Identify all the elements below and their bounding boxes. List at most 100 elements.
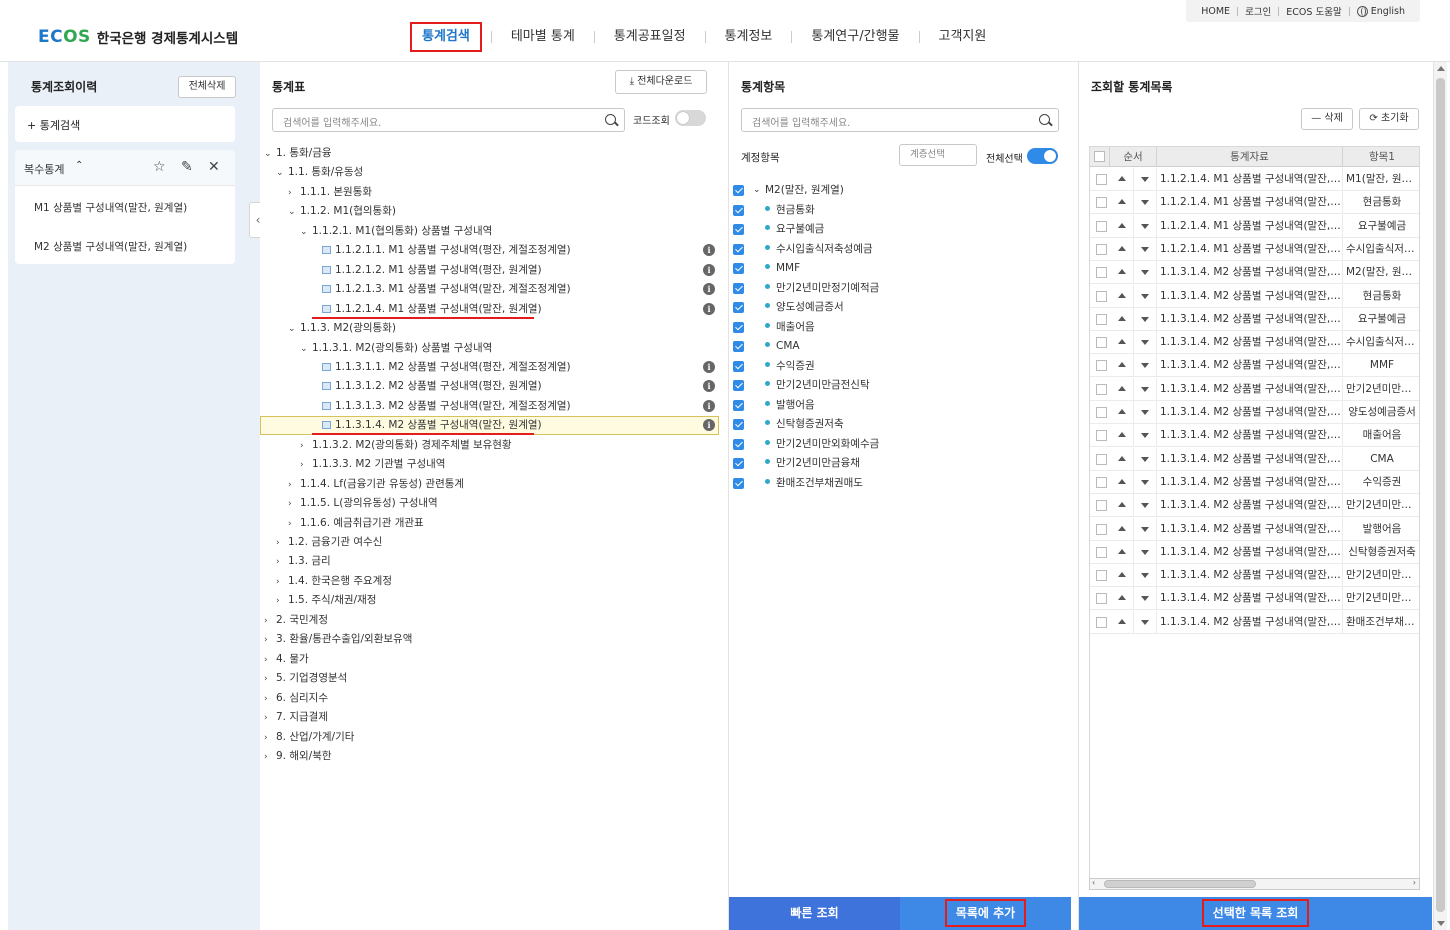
item-row[interactable]: CMA [729,337,1059,356]
table-row[interactable]: 1.1.3.1.4. M2 상품별 구성내역(말잔, 원계열)환매조건부채권매도 [1090,610,1419,634]
chevron-down-icon[interactable]: ⌄ [300,340,312,359]
star-icon[interactable]: ☆ [153,159,166,175]
logo[interactable]: ECOS 한국은행 경제통계시스템 [38,27,238,47]
search-icon[interactable] [1039,114,1050,125]
page-scroll-thumb[interactable] [1436,78,1445,912]
chevron-right-icon[interactable]: › [264,709,276,728]
checkbox-checked[interactable] [733,321,744,333]
tree-node[interactable]: › 1.1.3.2. M2(광의통화) 경제주체별 보유현황 [300,436,512,455]
checkbox-checked[interactable] [733,263,744,274]
table-row[interactable]: 1.1.3.1.4. M2 상품별 구성내역(말잔, 원계열) 신탁형증권저축 [1090,540,1419,564]
page-scrollbar[interactable] [1433,62,1447,930]
tree-node[interactable]: › 1.3. 금리 [276,552,331,571]
checkbox-checked[interactable] [733,341,744,352]
history-item[interactable]: M2 상품별 구성내역(말잔, 원계열) [34,239,187,254]
table-row[interactable]: 1.1.3.1.4. M2 상품별 구성내역(말잔, 원계열)만기2년미만금융채 [1090,587,1419,611]
checkbox-checked[interactable] [733,185,744,196]
reset-button[interactable]: ⟳ 초기화 [1359,108,1419,130]
chevron-right-icon[interactable]: › [288,476,300,495]
checkbox-checked[interactable] [733,204,744,216]
tree-node[interactable]: ⌄ 1.1.3. M2(광의통화) [288,319,396,338]
row-checkbox[interactable] [1096,174,1107,185]
table-row[interactable]: 1.1.3.1.4. M2 상품별 구성내역(말잔, 원계열) 요구불예금 [1090,307,1419,331]
item-row[interactable]: 환매조건부채권매도 [729,474,1059,493]
chevron-right-icon[interactable]: › [264,631,276,650]
table-row[interactable]: 1.1.3.1.4. M2 상품별 구성내역(말잔, 원계열) 양도성예금증서 [1090,401,1419,424]
table-row[interactable]: 1.1.3.1.4. M2 상품별 구성내역(말잔, 원계열)만기2년미만정기예… [1090,377,1419,401]
info-icon[interactable]: i [703,244,715,257]
checkbox-checked[interactable] [733,224,744,235]
tree-node[interactable]: ⌄ 1.1.2. M1(협의통화) [288,202,396,221]
tree-leaf[interactable]: 1.1.2.1.2. M1 상품별 구성내역(평잔, 원계열) [322,261,542,280]
item-row[interactable]: 만기2년미만외화예수금 [729,435,1059,454]
tree-leaf[interactable]: 1.1.3.1.1. M2 상품별 구성내역(평잔, 계절조정계열) [322,358,571,377]
row-checkbox[interactable] [1096,430,1107,442]
tree-node[interactable]: › 1.1.3.3. M2 기관별 구성내역 [300,455,445,474]
table-row[interactable]: 1.1.3.1.4. M2 상품별 구성내역(말잔, 원계열) 매출어음 [1090,424,1419,448]
close-icon[interactable]: ✕ [208,159,220,175]
nav-item-5[interactable]: 고객지원 [921,22,1005,52]
item-row[interactable]: 만기2년미만금전신탁 [729,376,1059,395]
row-checkbox[interactable] [1096,197,1107,209]
checkbox-checked[interactable] [733,282,744,294]
code-lookup-toggle[interactable] [675,110,706,126]
topbar-link-0[interactable]: HOME [1194,6,1237,17]
row-checkbox[interactable] [1096,360,1107,372]
chevron-right-icon[interactable]: › [264,670,276,689]
row-checkbox[interactable] [1096,616,1107,628]
info-icon[interactable]: i [703,263,715,276]
item-row[interactable]: MMF [729,259,1059,278]
table-row[interactable]: 1.1.3.1.4. M2 상품별 구성내역(말잔, 원계열) 발행어음 [1090,517,1419,541]
tree-node[interactable]: ⌄ 1. 통화/금융 [264,144,332,163]
table-row[interactable]: 1.1.3.1.4. M2 상품별 구성내역(말잔, 원계열) 수익증권 [1090,470,1419,494]
row-checkbox[interactable] [1096,546,1107,558]
edit-icon[interactable]: ✎ [181,159,193,175]
row-checkbox[interactable] [1096,290,1107,302]
row-checkbox[interactable] [1096,453,1107,465]
nav-item-1[interactable]: 테마별 통계 [493,22,593,52]
delete-button[interactable]: — 삭제 [1301,108,1353,130]
row-checkbox[interactable] [1096,243,1107,255]
chevron-right-icon[interactable]: › [264,651,276,670]
item-row[interactable]: 수시입출식저축성예금 [729,240,1059,259]
topbar-link-3[interactable]: English [1350,5,1412,17]
info-icon[interactable]: i [703,360,715,373]
row-checkbox[interactable] [1096,337,1107,349]
chevron-right-icon[interactable]: › [276,553,288,572]
download-all-button[interactable]: ⤓ 전체다운로드 [615,70,707,94]
table-row[interactable]: 1.1.3.1.4. M2 상품별 구성내역(말잔, 원계열)수시입출식저축성예… [1090,331,1419,355]
clear-all-button[interactable]: 전체삭제 [178,76,236,98]
tree-leaf[interactable]: 1.1.2.1.3. M1 상품별 구성내역(말잔, 계절조정계열) [322,280,571,299]
history-group-header[interactable]: 복수통계 ⌃ ☆ ✎ ✕ [15,150,235,186]
tree-node[interactable]: › 7. 지급결제 [264,708,328,727]
item-row[interactable]: 매출어음 [729,318,1059,337]
info-icon[interactable]: i [703,302,715,315]
chevron-down-icon[interactable]: ⌄ [276,164,288,183]
row-checkbox[interactable] [1096,383,1107,395]
checkbox-checked[interactable] [733,399,744,411]
checkbox-checked[interactable] [733,243,744,255]
add-to-list-button[interactable]: 목록에 추가 [900,897,1071,930]
table-row[interactable]: 1.1.3.1.4. M2 상품별 구성내역(말잔, 원계열) MMF [1090,354,1419,378]
table-row[interactable]: 1.1.2.1.4. M1 상품별 구성내역(말잔, 원계열)수시입출식저축성예… [1090,237,1419,261]
tree-leaf[interactable]: 1.1.2.1.1. M1 상품별 구성내역(평잔, 계절조정계열) [322,241,571,260]
chevron-right-icon[interactable]: › [276,592,288,611]
row-checkbox[interactable] [1096,220,1107,232]
tree-node[interactable]: › 3. 환율/통관수출입/외환보유액 [264,630,412,649]
scroll-right-icon[interactable]: › [1413,878,1416,887]
tree-leaf[interactable]: 1.1.3.1.2. M2 상품별 구성내역(평잔, 원계열) [322,377,542,396]
select-all-toggle[interactable] [1027,148,1058,164]
info-icon[interactable]: i [703,380,715,393]
row-checkbox[interactable] [1096,570,1107,582]
row-checkbox[interactable] [1096,476,1107,488]
chevron-up-icon[interactable]: ⌃ [75,160,83,171]
select-all-checkbox[interactable] [1094,151,1105,162]
tree-node[interactable]: › 1.2. 금융기관 여수신 [276,533,382,552]
chevron-right-icon[interactable]: › [264,690,276,709]
checkbox-checked[interactable] [733,458,744,469]
chevron-right-icon[interactable]: › [276,534,288,553]
info-icon[interactable]: i [703,399,715,412]
table-row[interactable]: 1.1.2.1.4. M1 상품별 구성내역(말잔, 원계열) 현금통화 [1090,191,1419,215]
scroll-down-icon[interactable] [1437,921,1445,926]
item-row[interactable]: 신탁형증권저축 [729,415,1059,434]
